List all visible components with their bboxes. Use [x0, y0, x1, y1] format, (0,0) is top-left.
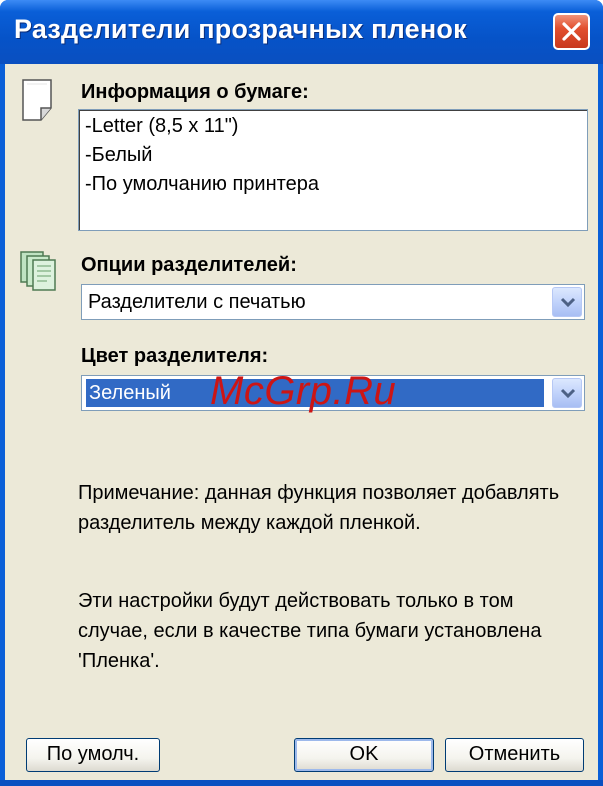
chevron-down-icon [560, 388, 576, 399]
paper-info-box: -Letter (8,5 x 11") -Белый -По умолчанию… [78, 109, 588, 231]
paper-info-label: Информация о бумаге: [81, 81, 309, 103]
paper-info-line: -Letter (8,5 x 11") [85, 115, 239, 137]
close-icon [562, 22, 581, 41]
dropdown-button[interactable] [552, 287, 582, 317]
close-button[interactable] [553, 13, 590, 50]
stack-icon [20, 251, 56, 291]
title-bar[interactable]: Разделители прозрачных пленок [0, 0, 603, 64]
paper-icon [22, 79, 52, 121]
paper-info-line: -Белый [85, 144, 153, 166]
settings-note-text: Эти настройки будут действовать только в… [78, 590, 542, 672]
separator-options-label: Опции разделителей: [81, 254, 297, 276]
window-title: Разделители прозрачных пленок [14, 14, 467, 44]
watermark-text: McGrp.Ru [210, 369, 397, 413]
ok-button[interactable]: OK [294, 738, 434, 772]
separator-options-value: Разделители с печатью [88, 291, 306, 313]
window-bottom-border [0, 780, 603, 786]
dialog-window: Разделители прозрачных пленок Информация… [0, 0, 603, 786]
defaults-button[interactable]: По умолч. [26, 738, 160, 772]
paper-info-line: -По умолчанию принтера [85, 173, 319, 195]
dialog-body: Информация о бумаге: -Letter (8,5 x 11")… [5, 64, 598, 780]
note-text: Примечание: данная функция позволяет доб… [78, 482, 560, 534]
cancel-button[interactable]: Отменить [445, 738, 584, 772]
separator-color-label: Цвет разделителя: [81, 345, 269, 367]
dropdown-button[interactable] [552, 378, 582, 408]
chevron-down-icon [560, 297, 576, 308]
separator-options-dropdown[interactable]: Разделители с печатью [81, 284, 585, 320]
